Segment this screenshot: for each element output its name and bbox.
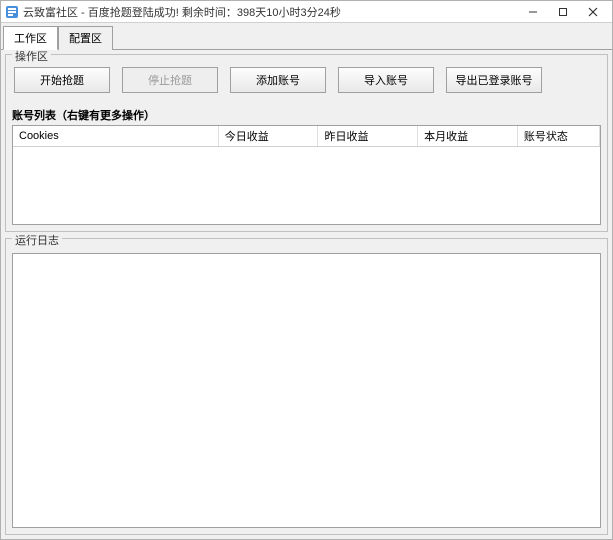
col-cookies[interactable]: Cookies <box>13 126 218 147</box>
operation-buttons: 开始抢题 停止抢题 添加账号 导入账号 导出已登录账号 <box>12 65 601 95</box>
minimize-button[interactable] <box>518 2 548 22</box>
tab-content: 操作区 开始抢题 停止抢题 添加账号 导入账号 导出已登录账号 账号列表（右键有… <box>1 49 612 539</box>
operation-title: 操作区 <box>12 49 51 64</box>
table-header-row: Cookies 今日收益 昨日收益 本月收益 账号状态 <box>13 126 600 147</box>
account-table[interactable]: Cookies 今日收益 昨日收益 本月收益 账号状态 <box>12 125 601 225</box>
log-groupbox: 运行日志 <box>5 238 608 535</box>
log-title: 运行日志 <box>12 232 62 248</box>
export-account-button[interactable]: 导出已登录账号 <box>446 67 542 93</box>
tab-work-area[interactable]: 工作区 <box>3 26 58 50</box>
col-month[interactable]: 本月收益 <box>418 126 518 147</box>
account-list-label: 账号列表（右键有更多操作） <box>12 107 601 123</box>
col-yesterday[interactable]: 昨日收益 <box>318 126 418 147</box>
maximize-button[interactable] <box>548 2 578 22</box>
log-textarea[interactable] <box>12 253 601 528</box>
operation-groupbox: 操作区 开始抢题 停止抢题 添加账号 导入账号 导出已登录账号 账号列表（右键有… <box>5 54 608 232</box>
add-account-button[interactable]: 添加账号 <box>230 67 326 93</box>
account-area: 账号列表（右键有更多操作） Cookies 今日收益 昨日收益 本月收益 账号状… <box>12 95 601 225</box>
titlebar: 云致富社区 - 百度抢题登陆成功! 剩余时间：398天10小时3分24秒 <box>1 1 612 23</box>
stop-button[interactable]: 停止抢题 <box>122 67 218 93</box>
window-title: 云致富社区 - 百度抢题登陆成功! 剩余时间：398天10小时3分24秒 <box>23 4 518 20</box>
start-button[interactable]: 开始抢题 <box>14 67 110 93</box>
col-status[interactable]: 账号状态 <box>517 126 599 147</box>
app-window: 云致富社区 - 百度抢题登陆成功! 剩余时间：398天10小时3分24秒 工作区… <box>0 0 613 540</box>
window-controls <box>518 2 608 22</box>
app-icon <box>5 5 19 19</box>
tab-config-area[interactable]: 配置区 <box>58 26 113 50</box>
col-today[interactable]: 今日收益 <box>218 126 318 147</box>
close-button[interactable] <box>578 2 608 22</box>
tab-bar: 工作区 配置区 <box>1 23 612 49</box>
import-account-button[interactable]: 导入账号 <box>338 67 434 93</box>
